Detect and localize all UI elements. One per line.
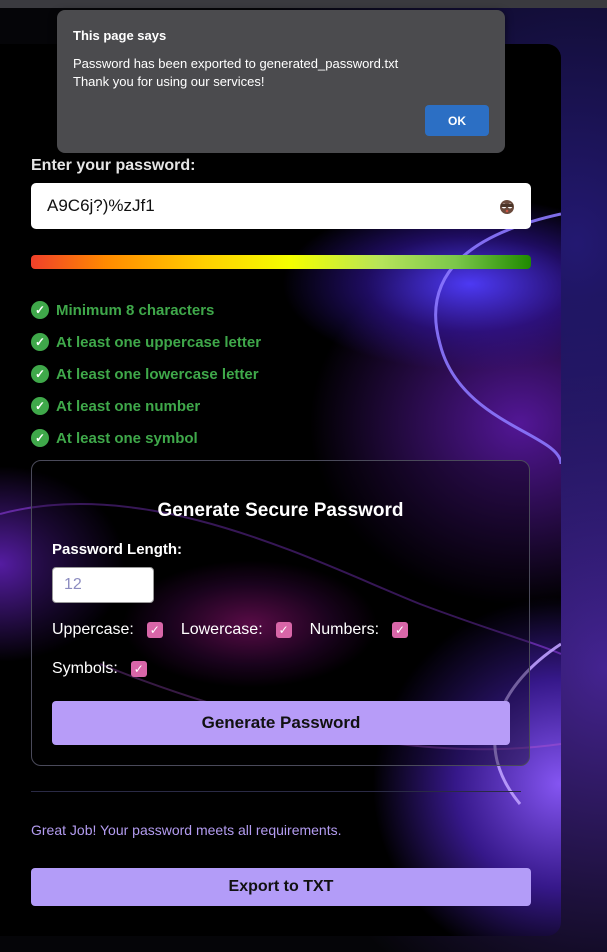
dialog-message: Password has been exported to generated_…	[73, 56, 399, 71]
check-icon: ✓	[31, 333, 49, 351]
password-card: Enter your password: A9C6j?)%zJf1 ✓ Mini…	[0, 44, 561, 936]
password-label: Enter your password:	[31, 157, 196, 174]
requirement-item: ✓ At least one number	[31, 390, 261, 422]
symbols-checkbox[interactable]: ✓	[130, 661, 147, 677]
check-icon: ✓	[31, 397, 49, 415]
requirement-text: At least one number	[56, 397, 201, 415]
result-message: Great Job! Your password meets all requi…	[31, 822, 342, 838]
option-uppercase: Uppercase: ✓	[52, 621, 163, 639]
strength-meter	[31, 255, 531, 269]
option-label: Lowercase:	[180, 621, 263, 638]
length-label: Password Length:	[52, 541, 183, 558]
check-icon: ✓	[31, 429, 49, 447]
uppercase-checkbox[interactable]: ✓	[146, 622, 163, 638]
option-label: Uppercase:	[52, 621, 134, 638]
generator-panel: Generate Secure Password Password Length…	[31, 460, 530, 766]
requirement-item: ✓ At least one uppercase letter	[31, 326, 261, 358]
options-row: Symbols: ✓	[52, 660, 165, 678]
length-placeholder: 12	[64, 576, 82, 593]
option-symbols: Symbols: ✓	[52, 660, 147, 678]
options-row: Uppercase: ✓ Lowercase: ✓ Numbers: ✓	[52, 621, 426, 639]
length-input[interactable]: 12	[52, 567, 154, 603]
check-icon: ✓	[31, 365, 49, 383]
requirement-text: At least one lowercase letter	[56, 365, 259, 383]
lowercase-checkbox[interactable]: ✓	[275, 622, 292, 638]
requirement-item: ✓ Minimum 8 characters	[31, 294, 261, 326]
requirements-list: ✓ Minimum 8 characters ✓ At least one up…	[31, 294, 261, 454]
divider	[31, 791, 521, 792]
alert-dialog: This page says Password has been exporte…	[57, 10, 505, 153]
option-label: Numbers:	[309, 621, 380, 638]
eye-hidden-icon[interactable]	[497, 196, 517, 216]
ok-button[interactable]: OK	[425, 105, 489, 136]
requirement-item: ✓ At least one lowercase letter	[31, 358, 261, 390]
numbers-checkbox[interactable]: ✓	[392, 622, 409, 638]
requirement-text: Minimum 8 characters	[56, 301, 215, 319]
requirement-item: ✓ At least one symbol	[31, 422, 261, 454]
option-numbers: Numbers: ✓	[309, 621, 409, 639]
requirement-text: At least one uppercase letter	[56, 333, 262, 351]
generator-title: Generate Secure Password	[157, 500, 404, 521]
dialog-title: This page says	[73, 28, 167, 43]
check-icon: ✓	[31, 301, 49, 319]
option-lowercase: Lowercase: ✓	[181, 621, 292, 639]
password-input[interactable]: A9C6j?)%zJf1	[31, 183, 531, 229]
dialog-message: Thank you for using our services!	[73, 74, 265, 89]
option-label: Symbols:	[52, 660, 118, 677]
export-txt-button[interactable]: Export to TXT	[31, 868, 531, 906]
requirement-text: At least one symbol	[56, 429, 198, 447]
generate-password-button[interactable]: Generate Password	[52, 701, 510, 745]
browser-top-strip	[0, 0, 607, 8]
password-value: A9C6j?)%zJf1	[47, 196, 155, 215]
